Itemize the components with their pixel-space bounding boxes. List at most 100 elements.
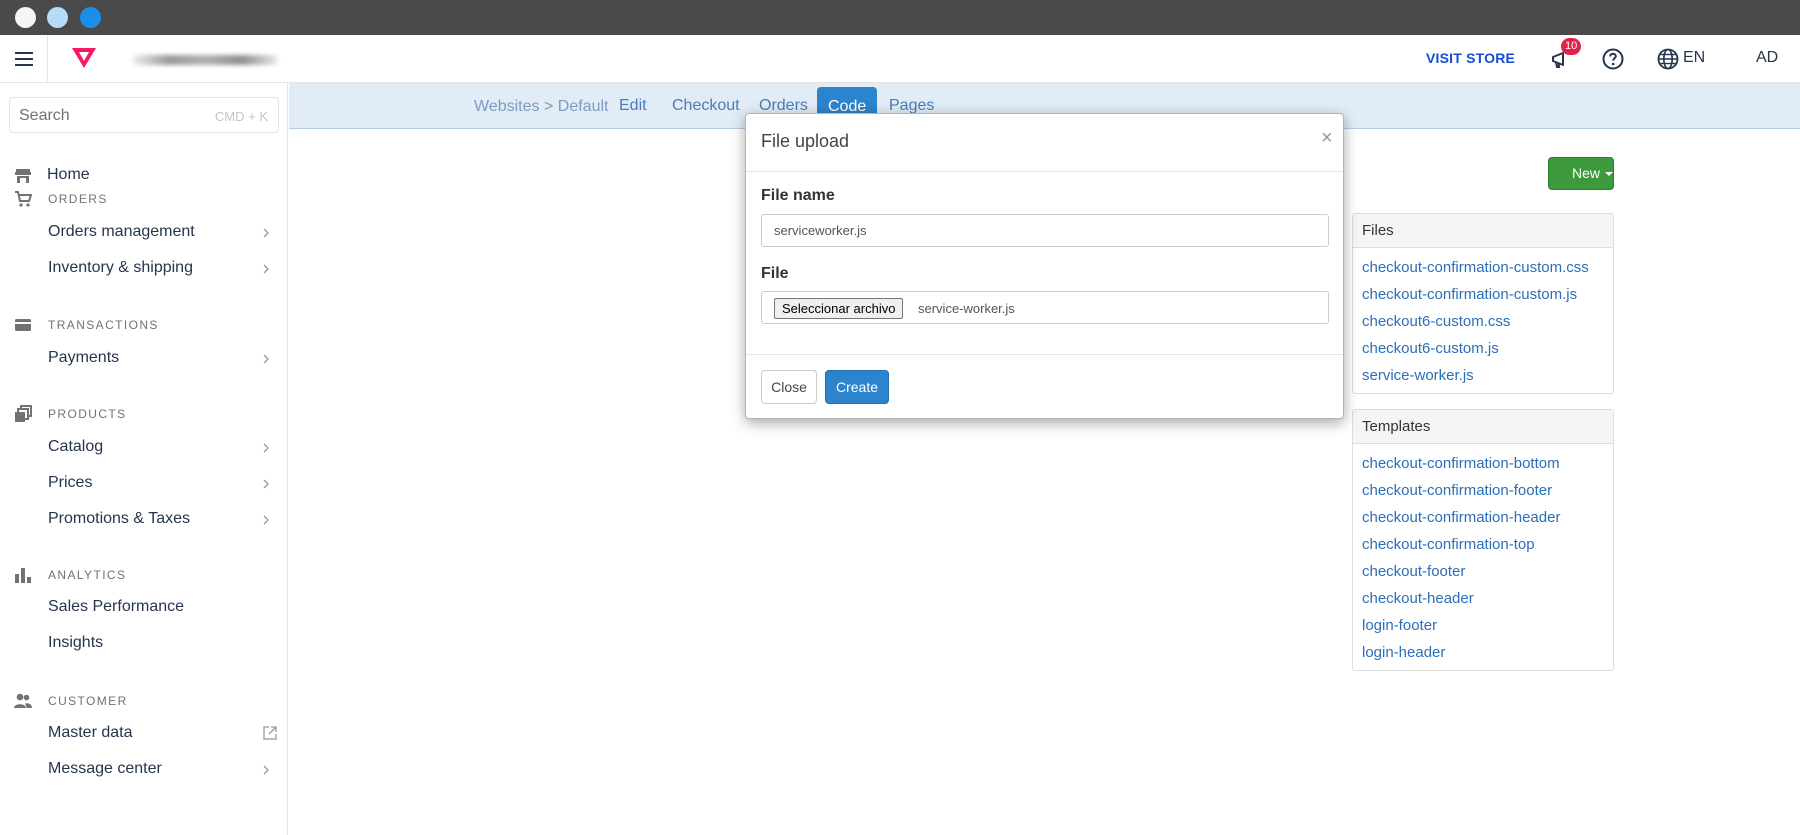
templates-panel-title: Templates xyxy=(1353,410,1613,444)
caret-down-icon xyxy=(1605,172,1614,177)
sidebar: Search CMD + K Home ORDERS Orders manage… xyxy=(0,83,288,835)
store-icon xyxy=(15,169,31,183)
window-close-button[interactable] xyxy=(15,7,36,28)
file-link[interactable]: service-worker.js xyxy=(1362,362,1604,389)
sidebar-item-label: Promotions & Taxes xyxy=(48,510,190,527)
section-customer: CUSTOMER xyxy=(0,689,288,713)
new-button-label: New xyxy=(1572,165,1601,181)
sidebar-item-label: Catalog xyxy=(48,438,104,455)
close-icon[interactable]: × xyxy=(1321,127,1333,150)
file-label: File xyxy=(761,265,789,282)
users-icon xyxy=(14,693,32,708)
sidebar-item-promotions-taxes[interactable]: Promotions & Taxes xyxy=(0,505,288,535)
sidebar-item-message-center[interactable]: Message center xyxy=(0,755,288,785)
breadcrumb-current[interactable]: Default xyxy=(558,98,609,115)
file-name-input[interactable]: serviceworker.js xyxy=(761,214,1329,247)
file-link[interactable]: checkout-confirmation-custom.css xyxy=(1362,254,1604,281)
sidebar-item-sales-performance[interactable]: Sales Performance xyxy=(0,593,288,623)
sidebar-item-label: Insights xyxy=(48,634,104,651)
sidebar-item-label: Orders management xyxy=(48,223,195,240)
section-transactions: TRANSACTIONS xyxy=(0,313,288,337)
sidebar-item-master-data[interactable]: Master data xyxy=(0,719,288,749)
bar-chart-icon xyxy=(15,568,31,583)
chevron-right-icon xyxy=(263,264,269,274)
section-label: CUSTOMER xyxy=(48,694,128,708)
sidebar-item-label: Message center xyxy=(48,760,162,777)
search-shortcut: CMD + K xyxy=(214,109,268,124)
sidebar-item-label: Master data xyxy=(48,724,133,741)
breadcrumb-separator: > xyxy=(543,98,554,115)
section-label: ANALYTICS xyxy=(48,568,127,582)
template-link[interactable]: login-footer xyxy=(1362,612,1604,639)
template-link[interactable]: checkout-confirmation-header xyxy=(1362,504,1604,531)
sidebar-item-label: Inventory & shipping xyxy=(48,259,193,276)
section-products: PRODUCTS xyxy=(0,402,288,426)
chevron-right-icon xyxy=(263,515,269,525)
window-titlebar xyxy=(0,0,1800,35)
sidebar-item-label: Home xyxy=(47,166,90,183)
visit-store-link[interactable]: VISIT STORE xyxy=(1426,50,1515,66)
sidebar-item-prices[interactable]: Prices xyxy=(0,469,288,499)
file-link[interactable]: checkout-confirmation-custom.js xyxy=(1362,281,1604,308)
search-placeholder: Search xyxy=(19,107,70,124)
sidebar-item-label: Sales Performance xyxy=(48,598,185,615)
products-icon xyxy=(15,405,32,422)
tab-edit[interactable]: Edit xyxy=(619,97,647,115)
template-link[interactable]: checkout-confirmation-footer xyxy=(1362,477,1604,504)
tab-checkout[interactable]: Checkout xyxy=(672,97,740,115)
template-link[interactable]: checkout-header xyxy=(1362,585,1604,612)
files-panel-title: Files xyxy=(1353,214,1613,248)
section-label: TRANSACTIONS xyxy=(48,318,159,332)
avatar[interactable]: AD xyxy=(1756,49,1778,67)
top-bar: VISIT STORE 10 EN AD xyxy=(0,35,1800,83)
divider xyxy=(746,171,1343,172)
close-button[interactable]: Close xyxy=(761,370,817,404)
credit-card-icon xyxy=(15,319,31,331)
chevron-right-icon xyxy=(263,354,269,364)
templates-panel: Templates checkout-confirmation-bottom c… xyxy=(1352,409,1614,671)
template-link[interactable]: checkout-footer xyxy=(1362,558,1604,585)
file-upload-dialog: File upload × File name serviceworker.js… xyxy=(745,113,1344,419)
dialog-title: File upload xyxy=(761,131,850,151)
cart-icon xyxy=(15,191,32,207)
language-selector[interactable]: EN xyxy=(1683,49,1705,67)
section-label: ORDERS xyxy=(48,192,108,206)
section-analytics: ANALYTICS xyxy=(0,563,288,587)
sidebar-item-label: Payments xyxy=(48,349,120,366)
template-link[interactable]: login-header xyxy=(1362,639,1604,666)
external-link-icon xyxy=(263,726,277,740)
file-picker[interactable]: Seleccionar archivo service-worker.js xyxy=(761,291,1329,324)
globe-icon[interactable] xyxy=(1656,47,1680,71)
vtex-logo[interactable] xyxy=(70,46,98,70)
chosen-file-name: service-worker.js xyxy=(918,301,1015,316)
chevron-right-icon xyxy=(263,228,269,238)
template-link[interactable]: checkout-confirmation-top xyxy=(1362,531,1604,558)
chevron-right-icon xyxy=(263,765,269,775)
sidebar-item-insights[interactable]: Insights xyxy=(0,629,288,659)
template-link[interactable]: checkout-confirmation-bottom xyxy=(1362,450,1604,477)
sidebar-item-inventory-shipping[interactable]: Inventory & shipping xyxy=(0,254,288,284)
section-label: PRODUCTS xyxy=(48,407,127,421)
notifications-badge: 10 xyxy=(1561,38,1582,55)
help-icon[interactable] xyxy=(1601,47,1625,71)
window-minimize-button[interactable] xyxy=(47,7,68,28)
chevron-right-icon xyxy=(263,479,269,489)
sidebar-item-catalog[interactable]: Catalog xyxy=(0,433,288,463)
breadcrumb: Websites > Default xyxy=(474,98,608,116)
sidebar-item-orders-management[interactable]: Orders management xyxy=(0,218,288,248)
search-input[interactable]: Search CMD + K xyxy=(9,97,279,133)
file-name-label: File name xyxy=(761,187,835,204)
sidebar-item-payments[interactable]: Payments xyxy=(0,344,288,374)
file-link[interactable]: checkout6-custom.js xyxy=(1362,335,1604,362)
new-button[interactable]: New xyxy=(1548,157,1614,190)
create-button[interactable]: Create xyxy=(825,370,889,404)
choose-file-button[interactable]: Seleccionar archivo xyxy=(774,298,904,319)
section-orders: ORDERS xyxy=(0,187,288,211)
sidebar-item-label: Prices xyxy=(48,474,93,491)
files-panel: Files checkout-confirmation-custom.css c… xyxy=(1352,213,1614,394)
chevron-right-icon xyxy=(263,443,269,453)
window-maximize-button[interactable] xyxy=(80,7,101,28)
breadcrumb-root[interactable]: Websites xyxy=(474,98,540,115)
hamburger-icon[interactable] xyxy=(0,35,48,83)
file-link[interactable]: checkout6-custom.css xyxy=(1362,308,1604,335)
